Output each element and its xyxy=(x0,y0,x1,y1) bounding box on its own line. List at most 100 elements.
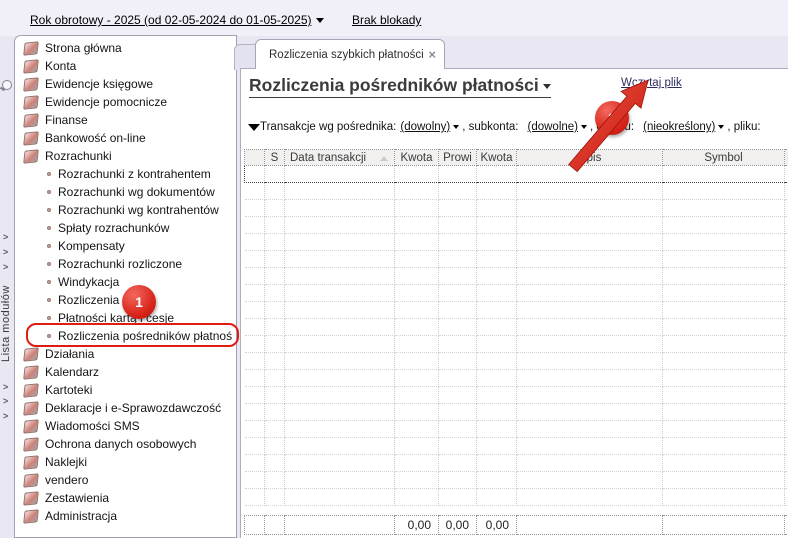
table-cell[interactable] xyxy=(264,352,285,370)
table-cell[interactable] xyxy=(284,471,395,489)
table-cell[interactable] xyxy=(476,403,517,421)
table-cell[interactable] xyxy=(438,267,477,285)
table-cell[interactable] xyxy=(516,233,663,251)
table-cell[interactable] xyxy=(284,335,395,353)
table-cell[interactable] xyxy=(264,199,285,217)
table-cell[interactable] xyxy=(284,352,395,370)
table-cell[interactable] xyxy=(784,386,788,404)
table-cell[interactable] xyxy=(394,369,439,387)
table-row[interactable] xyxy=(244,267,788,285)
table-row[interactable] xyxy=(244,199,788,217)
table-cell[interactable] xyxy=(476,386,517,404)
table-row[interactable] xyxy=(244,403,788,421)
sidebar-item-rozrachunki[interactable]: Rozrachunki xyxy=(15,147,236,165)
table-row[interactable] xyxy=(244,352,788,370)
table-cell[interactable] xyxy=(284,437,395,455)
sidebar-item-naklejki[interactable]: Naklejki xyxy=(15,453,236,471)
table-cell[interactable] xyxy=(476,335,517,353)
table-cell[interactable] xyxy=(784,233,788,251)
table-cell[interactable] xyxy=(476,318,517,336)
table-cell[interactable] xyxy=(284,403,395,421)
table-cell[interactable] xyxy=(394,301,439,319)
table-cell[interactable] xyxy=(662,250,785,268)
sidebar-subitem-windykacja[interactable]: Windykacja xyxy=(15,273,236,291)
table-cell[interactable] xyxy=(784,420,788,438)
table-cell[interactable] xyxy=(662,471,785,489)
table-cell[interactable] xyxy=(476,250,517,268)
table-row[interactable] xyxy=(244,437,788,455)
table-cell[interactable] xyxy=(264,233,285,251)
table-cell[interactable] xyxy=(784,369,788,387)
table-cell[interactable] xyxy=(662,301,785,319)
column-header-kwota[interactable]: Kwota xyxy=(394,149,439,166)
table-cell[interactable] xyxy=(284,420,395,438)
table-row[interactable] xyxy=(244,233,788,251)
table-cell[interactable] xyxy=(394,471,439,489)
table-cell[interactable] xyxy=(476,301,517,319)
table-cell[interactable] xyxy=(476,267,517,285)
table-cell[interactable] xyxy=(476,454,517,472)
page-title[interactable]: Rozliczenia pośredników płatności xyxy=(249,75,551,98)
table-cell[interactable] xyxy=(784,267,788,285)
table-row[interactable] xyxy=(244,165,788,183)
table-row[interactable] xyxy=(244,488,788,506)
table-cell[interactable] xyxy=(438,165,477,183)
table-cell[interactable] xyxy=(516,301,663,319)
tab-rozliczenia-szybkich-platnosci[interactable]: Rozliczenia szybkich płatności × xyxy=(255,39,445,69)
sidebar-item-strona-glowna[interactable]: Strona główna xyxy=(15,39,236,57)
table-cell[interactable] xyxy=(264,471,285,489)
filter-posrednik-dropdown[interactable]: (dowolny) xyxy=(400,121,460,133)
table-cell[interactable] xyxy=(662,267,785,285)
table-cell[interactable] xyxy=(394,267,439,285)
table-cell[interactable] xyxy=(438,471,477,489)
table-cell[interactable] xyxy=(516,335,663,353)
table-cell[interactable] xyxy=(264,335,285,353)
table-cell[interactable] xyxy=(784,199,788,217)
table-cell[interactable] xyxy=(394,284,439,302)
filter-subkonta-dropdown[interactable]: (dowolne) xyxy=(528,121,587,133)
table-cell[interactable] xyxy=(662,284,785,302)
table-cell[interactable] xyxy=(284,386,395,404)
table-cell[interactable] xyxy=(662,199,785,217)
table-cell[interactable] xyxy=(244,471,265,489)
table-cell[interactable] xyxy=(784,301,788,319)
table-cell[interactable] xyxy=(516,420,663,438)
table-cell[interactable] xyxy=(394,454,439,472)
table-cell[interactable] xyxy=(476,284,517,302)
sidebar-item-zestawienia[interactable]: Zestawienia xyxy=(15,489,236,507)
table-cell[interactable] xyxy=(662,403,785,421)
table-cell[interactable] xyxy=(264,403,285,421)
sidebar-item-dzialania[interactable]: Działania xyxy=(15,345,236,363)
table-cell[interactable] xyxy=(784,318,788,336)
table-row[interactable] xyxy=(244,386,788,404)
table-cell[interactable] xyxy=(438,352,477,370)
table-cell[interactable] xyxy=(438,403,477,421)
table-cell[interactable] xyxy=(476,352,517,370)
table-cell[interactable] xyxy=(244,301,265,319)
table-cell[interactable] xyxy=(784,437,788,455)
table-cell[interactable] xyxy=(438,284,477,302)
table-cell[interactable] xyxy=(244,165,265,183)
table-cell[interactable] xyxy=(264,386,285,404)
table-cell[interactable] xyxy=(476,488,517,506)
table-cell[interactable] xyxy=(516,352,663,370)
table-cell[interactable] xyxy=(244,318,265,336)
table-cell[interactable] xyxy=(284,454,395,472)
table-row[interactable] xyxy=(244,182,788,200)
table-cell[interactable] xyxy=(394,165,439,183)
table-cell[interactable] xyxy=(662,488,785,506)
expand-chevron-icon[interactable]: > xyxy=(3,382,8,392)
table-row[interactable] xyxy=(244,420,788,438)
table-cell[interactable] xyxy=(476,420,517,438)
table-cell[interactable] xyxy=(438,386,477,404)
table-cell[interactable] xyxy=(394,250,439,268)
table-cell[interactable] xyxy=(244,233,265,251)
sidebar-subitem-rozrachunki-z-kontrahentem[interactable]: Rozrachunki z kontrahentem xyxy=(15,165,236,183)
table-cell[interactable] xyxy=(516,284,663,302)
table-cell[interactable] xyxy=(662,318,785,336)
column-header-kwota-2[interactable]: Kwota xyxy=(476,149,517,166)
table-cell[interactable] xyxy=(244,284,265,302)
table-cell[interactable] xyxy=(662,369,785,387)
sidebar-subitem-kompensaty[interactable]: Kompensaty xyxy=(15,237,236,255)
table-cell[interactable] xyxy=(244,369,265,387)
